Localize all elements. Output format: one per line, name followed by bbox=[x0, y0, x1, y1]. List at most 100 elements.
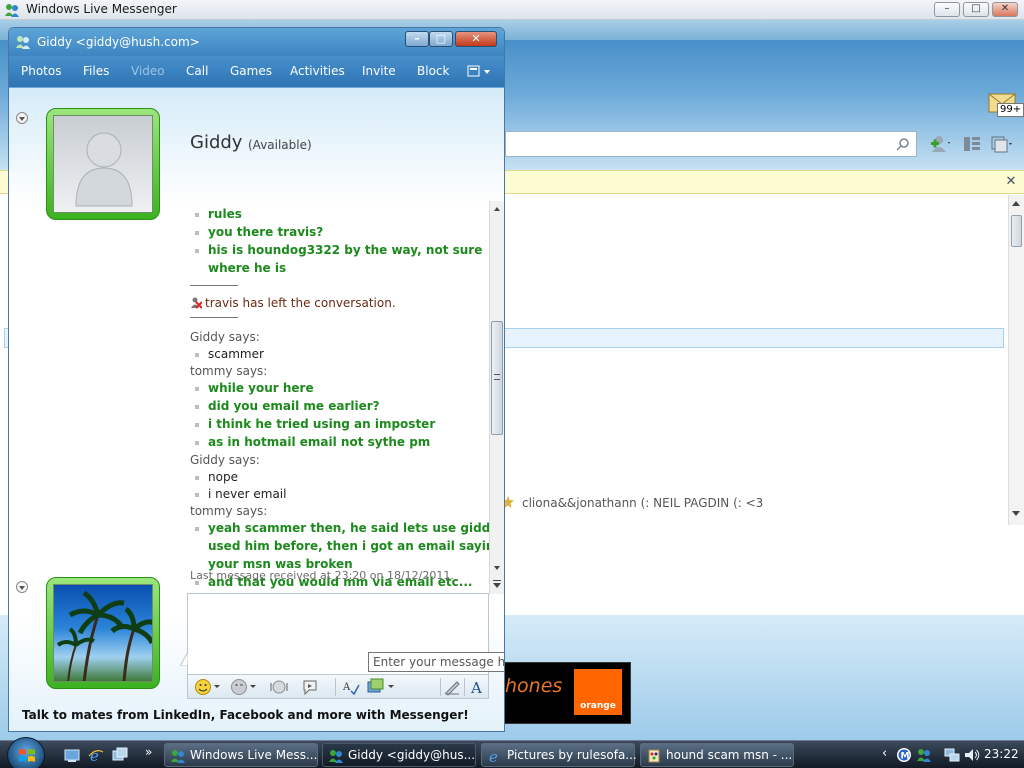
conversation-minimize-button[interactable]: – bbox=[405, 31, 429, 47]
divider bbox=[190, 317, 238, 318]
start-button[interactable] bbox=[7, 737, 45, 768]
maximize-icon: □ bbox=[971, 3, 981, 14]
task-pictures-browser[interactable]: e Pictures by rulesofa... bbox=[481, 743, 637, 767]
contact-status: (Available) bbox=[248, 138, 312, 152]
svg-text:e: e bbox=[90, 747, 99, 763]
close-icon: ✕ bbox=[1000, 3, 1010, 14]
svg-text:M: M bbox=[901, 752, 910, 762]
scroll-to-end-icon[interactable] bbox=[493, 580, 501, 589]
messenger-buddies-icon bbox=[5, 4, 19, 17]
svg-text:e: e bbox=[489, 748, 498, 764]
collapse-contact-picture-icon[interactable] bbox=[16, 112, 28, 124]
background-icon[interactable] bbox=[367, 678, 385, 696]
main-minimize-button[interactable]: – bbox=[934, 2, 960, 17]
input-pointer-notch bbox=[180, 652, 188, 666]
toolbar-separator bbox=[464, 678, 465, 696]
toolbar-files[interactable]: Files bbox=[83, 64, 109, 78]
scroll-grip-icon bbox=[494, 374, 500, 380]
add-contact-icon[interactable] bbox=[929, 134, 951, 154]
layout-icon[interactable] bbox=[962, 134, 984, 154]
promo-text[interactable]: Talk to mates from LinkedIn, Facebook an… bbox=[22, 708, 469, 722]
scroll-up-icon[interactable] bbox=[1012, 201, 1020, 206]
sender-line: Giddy says: bbox=[190, 453, 260, 467]
clock[interactable]: 23:22 bbox=[984, 747, 1019, 761]
info-bar-close-icon[interactable]: ✕ bbox=[1004, 175, 1018, 189]
contact-search-input[interactable] bbox=[505, 131, 917, 157]
task-label: hound scam msn - ... bbox=[666, 748, 793, 762]
quick-launch-more-icon[interactable]: » bbox=[145, 745, 152, 759]
toolbar-invite[interactable]: Invite bbox=[362, 64, 396, 78]
scroll-down-icon[interactable] bbox=[1012, 511, 1020, 516]
ad-logo-text: orange bbox=[580, 701, 616, 711]
volume-icon[interactable] bbox=[964, 747, 980, 763]
conversation-titlebar: Giddy <giddy@hush.com> – □ ✕ bbox=[9, 28, 504, 56]
contact-row[interactable]: cliona&&jonathann (: NEIL PAGDIN (: <3 bbox=[500, 493, 1008, 513]
scroll-thumb[interactable] bbox=[1011, 215, 1022, 247]
toolbar-video[interactable]: Video bbox=[131, 64, 165, 78]
minimize-icon: – bbox=[944, 3, 950, 14]
internet-explorer-icon[interactable]: e bbox=[88, 747, 104, 763]
emoticon-icon[interactable] bbox=[194, 678, 212, 696]
main-maximize-button[interactable]: □ bbox=[963, 2, 989, 17]
history-scrollbar[interactable] bbox=[489, 201, 504, 594]
orange-logo: orange bbox=[574, 669, 622, 715]
scroll-thumb[interactable] bbox=[491, 321, 503, 435]
emoticon-dropdown-icon[interactable] bbox=[214, 685, 220, 688]
spell-check-icon[interactable]: A bbox=[342, 678, 360, 696]
scroll-up-icon[interactable] bbox=[494, 207, 500, 211]
palm-trees-picture bbox=[56, 590, 152, 681]
toolbar-games[interactable]: Games bbox=[230, 64, 272, 78]
default-avatar-icon bbox=[75, 132, 133, 207]
toolbar-activities[interactable]: Activities bbox=[290, 64, 345, 78]
windows-logo-icon bbox=[19, 749, 35, 762]
conversation-body: Giddy (Available) rules you there travis… bbox=[9, 88, 504, 731]
messenger-buddies-icon bbox=[16, 36, 30, 49]
wink-dropdown-icon[interactable] bbox=[250, 685, 256, 688]
voice-clip-icon[interactable] bbox=[301, 678, 319, 696]
toolbar-photos[interactable]: Photos bbox=[21, 64, 61, 78]
switch-windows-icon[interactable] bbox=[112, 747, 128, 763]
system-tray: ‹ M 23:22 bbox=[878, 741, 1024, 768]
tray-expand-icon[interactable]: ‹ bbox=[882, 746, 887, 761]
search-icon[interactable] bbox=[896, 137, 910, 151]
font-icon[interactable]: A bbox=[468, 678, 486, 696]
background-dropdown-icon[interactable] bbox=[388, 685, 394, 688]
show-desktop-icon[interactable] bbox=[64, 747, 80, 763]
task-giddy-conversation[interactable]: Giddy <giddy@hus... bbox=[322, 743, 476, 767]
handwriting-icon[interactable] bbox=[443, 678, 461, 696]
nudge-icon[interactable] bbox=[270, 678, 288, 696]
messenger-buddies-icon bbox=[329, 750, 343, 763]
task-label: Pictures by rulesofa... bbox=[507, 748, 637, 762]
conversation-maximize-button[interactable]: □ bbox=[429, 31, 453, 47]
toolbar-more-icon[interactable] bbox=[467, 64, 493, 80]
main-close-button[interactable]: ✕ bbox=[992, 2, 1018, 17]
toolbar-call[interactable]: Call bbox=[186, 64, 208, 78]
contact-name: Giddy bbox=[190, 132, 243, 153]
network-icon[interactable] bbox=[944, 747, 960, 763]
task-windows-live-messenger[interactable]: Windows Live Mess... bbox=[164, 743, 318, 767]
sender-line: tommy says: bbox=[190, 504, 268, 518]
collapse-my-picture-icon[interactable] bbox=[16, 581, 28, 593]
buddies-tray-icon[interactable] bbox=[916, 747, 932, 763]
internet-explorer-icon: e bbox=[489, 748, 498, 764]
mail-count-badge: 99+ bbox=[997, 103, 1024, 117]
task-hound-scam-msn[interactable]: hound scam msn - ... bbox=[640, 743, 794, 767]
my-avatar[interactable] bbox=[46, 577, 160, 689]
contact-list-scrollbar[interactable] bbox=[1008, 195, 1024, 525]
close-icon: ✕ bbox=[471, 32, 481, 45]
scroll-down-icon[interactable] bbox=[494, 566, 500, 570]
message-history: rules you there travis? his is houndog33… bbox=[190, 207, 489, 589]
contact-avatar[interactable] bbox=[46, 108, 160, 220]
taskbar: e » Windows Live Mess... Giddy <giddy@hu… bbox=[0, 737, 1024, 768]
contact-personal-message: cliona&&jonathann (: NEIL PAGDIN (: <3 bbox=[522, 496, 764, 510]
wink-icon[interactable] bbox=[230, 678, 248, 696]
messenger-tray-icon[interactable]: M bbox=[896, 747, 912, 763]
menu-options-icon[interactable] bbox=[990, 134, 1012, 154]
divider bbox=[190, 285, 238, 286]
sender-line: Giddy says: bbox=[190, 330, 260, 344]
toolbar-separator bbox=[440, 678, 441, 696]
advertisement-banner[interactable]: hones orange bbox=[500, 662, 631, 724]
toolbar-block[interactable]: Block bbox=[417, 64, 449, 78]
format-toolbar: A A bbox=[187, 675, 489, 699]
conversation-close-button[interactable]: ✕ bbox=[455, 31, 497, 47]
